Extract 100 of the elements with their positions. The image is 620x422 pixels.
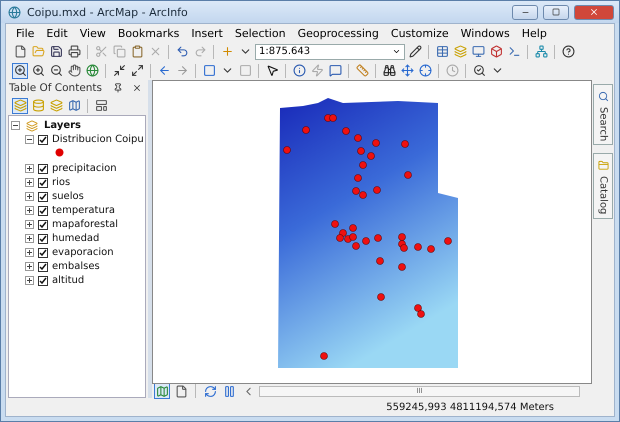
side-tab[interactable]: Search xyxy=(593,84,613,146)
zoom-in-extent-icon[interactable] xyxy=(111,62,127,78)
pan-hand-icon[interactable] xyxy=(66,62,82,78)
window-icon[interactable] xyxy=(470,44,486,60)
zoom-in-icon[interactable] xyxy=(12,62,28,78)
print-icon[interactable] xyxy=(66,44,82,60)
zoom-out-icon[interactable] xyxy=(48,62,64,78)
collapse-icon[interactable] xyxy=(11,121,20,130)
scale-field[interactable]: 1:875.643 xyxy=(255,44,405,60)
layer-checkbox[interactable] xyxy=(38,178,48,188)
point-marker xyxy=(373,186,381,194)
layer-label[interactable]: mapaforestal xyxy=(52,219,118,230)
menu-item[interactable]: Insert xyxy=(185,26,229,40)
layer-label[interactable]: temperatura xyxy=(52,205,116,216)
point-marker xyxy=(357,147,365,155)
point-marker xyxy=(374,234,382,242)
layer-checkbox[interactable] xyxy=(38,206,48,216)
point-marker xyxy=(376,257,384,265)
layer-checkbox[interactable] xyxy=(38,234,48,244)
point-marker xyxy=(362,237,370,245)
layer-label[interactable]: precipitacion xyxy=(52,163,117,174)
table-icon[interactable] xyxy=(434,44,450,60)
menu-item[interactable]: View xyxy=(74,26,112,40)
expand-icon[interactable] xyxy=(25,276,34,285)
layer-checkbox[interactable] xyxy=(38,248,48,258)
menu-item[interactable]: Edit xyxy=(40,26,74,40)
zoom-out-extent-icon[interactable] xyxy=(129,62,145,78)
options-icon[interactable] xyxy=(93,98,109,114)
expand-icon[interactable] xyxy=(25,220,34,229)
menu-item[interactable]: File xyxy=(10,26,40,40)
layer-group-label[interactable]: Layers xyxy=(44,120,81,131)
point-marker xyxy=(342,127,350,135)
list-by-drawing-order-icon[interactable] xyxy=(12,98,28,114)
expand-icon[interactable] xyxy=(25,262,34,271)
point-marker xyxy=(354,174,362,182)
close-icon xyxy=(589,7,599,17)
layer-label[interactable]: rios xyxy=(52,177,70,188)
close-button[interactable] xyxy=(574,4,614,20)
layer-label[interactable]: Distribucion Coipu xyxy=(52,134,144,145)
menu-item[interactable]: Bookmarks xyxy=(112,26,186,40)
point-marker xyxy=(354,134,362,142)
expand-icon[interactable] xyxy=(25,192,34,201)
expand-icon[interactable] xyxy=(25,206,34,215)
layer-checkbox[interactable] xyxy=(38,192,48,202)
side-tab[interactable]: Catalog xyxy=(593,153,613,219)
layer-checkbox[interactable] xyxy=(38,262,48,272)
point-marker xyxy=(444,237,452,245)
menu-item[interactable]: Help xyxy=(516,26,553,40)
help-icon[interactable] xyxy=(560,44,576,60)
maximize-button[interactable] xyxy=(543,4,569,20)
data-view-icon[interactable] xyxy=(154,383,170,399)
binoculars-icon[interactable] xyxy=(381,62,397,78)
point-marker xyxy=(401,140,409,148)
point-marker xyxy=(414,243,422,251)
expand-icon[interactable] xyxy=(25,234,34,243)
expand-icon[interactable] xyxy=(25,248,34,257)
xy-crosshair-icon[interactable] xyxy=(417,62,433,78)
layer-label[interactable]: altitud xyxy=(52,275,84,286)
measure-icon[interactable] xyxy=(354,62,370,78)
speech-bubble-icon[interactable] xyxy=(327,62,343,78)
layer-checkbox[interactable] xyxy=(38,164,48,174)
menu-item[interactable]: Customize xyxy=(384,26,455,40)
point-marker xyxy=(427,245,435,253)
point-marker xyxy=(283,146,291,154)
minimize-button[interactable] xyxy=(512,4,538,20)
list-by-selection-icon[interactable] xyxy=(66,98,82,114)
point-marker xyxy=(398,263,406,271)
expand-icon[interactable] xyxy=(25,164,34,173)
zoom-in-icon[interactable] xyxy=(30,62,46,78)
collapse-icon[interactable] xyxy=(25,135,34,144)
layer-label[interactable]: humedad xyxy=(52,233,100,244)
panel-title: Table Of Contents xyxy=(9,82,104,94)
globe-icon[interactable] xyxy=(84,62,100,78)
refresh-icon[interactable] xyxy=(202,383,218,399)
point-marker xyxy=(302,126,310,134)
point-marker xyxy=(377,293,385,301)
magnifier-window-icon[interactable] xyxy=(471,62,487,78)
point-marker xyxy=(404,171,412,179)
menu-item[interactable]: Geoprocessing xyxy=(292,26,385,40)
globe-icon xyxy=(6,4,22,20)
menu-item[interactable]: Selection xyxy=(228,26,292,40)
point-marker xyxy=(372,139,380,147)
select-features-icon[interactable] xyxy=(201,62,217,78)
layers-icon xyxy=(24,118,40,134)
layer-label[interactable]: suelos xyxy=(52,191,84,202)
caret-icon xyxy=(392,47,401,56)
toolbox-icon[interactable] xyxy=(488,44,504,60)
window-title: Coipu.mxd - ArcMap - ArcInfo xyxy=(27,6,189,18)
layer-label[interactable]: embalses xyxy=(52,261,100,272)
info-icon[interactable] xyxy=(291,62,307,78)
expand-icon[interactable] xyxy=(25,178,34,187)
save-icon[interactable] xyxy=(48,44,64,60)
editor-icon[interactable] xyxy=(407,44,423,60)
model-icon[interactable] xyxy=(533,44,549,60)
layer-label[interactable]: evaporacion xyxy=(52,247,114,258)
move-icon[interactable] xyxy=(399,62,415,78)
layer-checkbox[interactable] xyxy=(38,220,48,230)
layer-checkbox[interactable] xyxy=(38,134,48,144)
layer-checkbox[interactable] xyxy=(38,276,48,286)
menu-item[interactable]: Windows xyxy=(454,26,516,40)
